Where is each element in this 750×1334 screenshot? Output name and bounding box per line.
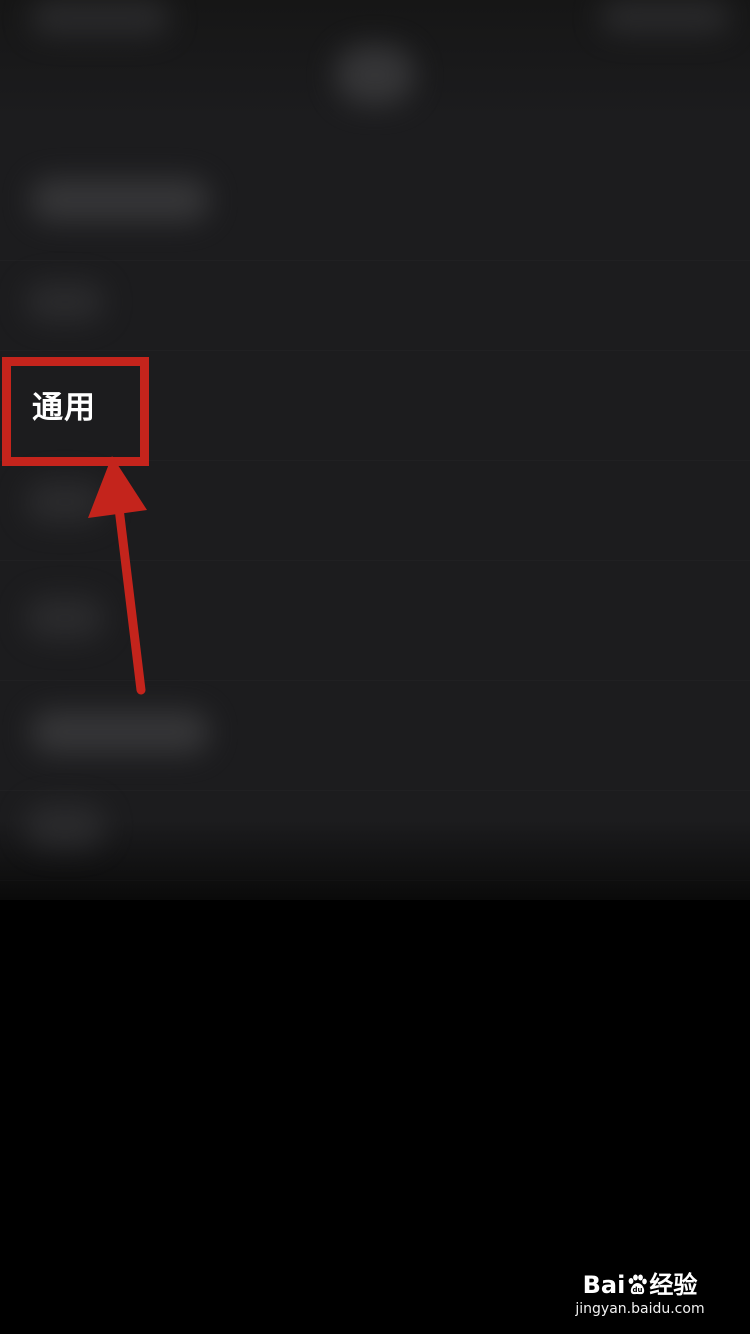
blurred-status-left [30,0,170,36]
blurred-header-center [335,45,415,105]
blurred-row-label [25,282,105,322]
blurred-row-label [30,710,210,754]
watermark-brand-suffix: 经验 [649,1271,698,1299]
svg-text:du: du [633,1286,643,1294]
watermark-logo: Bai du 经验 [570,1270,710,1300]
settings-row-blurred[interactable] [0,150,750,261]
settings-row-blurred[interactable] [0,560,750,681]
blurred-status-right [600,0,730,34]
settings-row-blurred[interactable] [0,460,750,561]
blurred-row-label [30,178,210,222]
settings-row-blurred[interactable] [0,680,750,791]
blurred-row-label [25,480,105,524]
blurred-row-label [25,596,105,640]
screen: 通用 Bai du 经验 jingyan.baidu.com [0,0,750,1334]
settings-row-blurred[interactable] [0,260,750,351]
settings-row-blurred[interactable] [0,790,750,881]
baidu-paw-icon: du [628,1274,648,1295]
baidu-watermark: Bai du 经验 jingyan.baidu.com [570,1270,710,1318]
highlight-box [2,357,149,466]
blurred-row-label [25,804,105,848]
watermark-brand-prefix: Bai [582,1271,626,1299]
watermark-url: jingyan.baidu.com [575,1301,705,1317]
